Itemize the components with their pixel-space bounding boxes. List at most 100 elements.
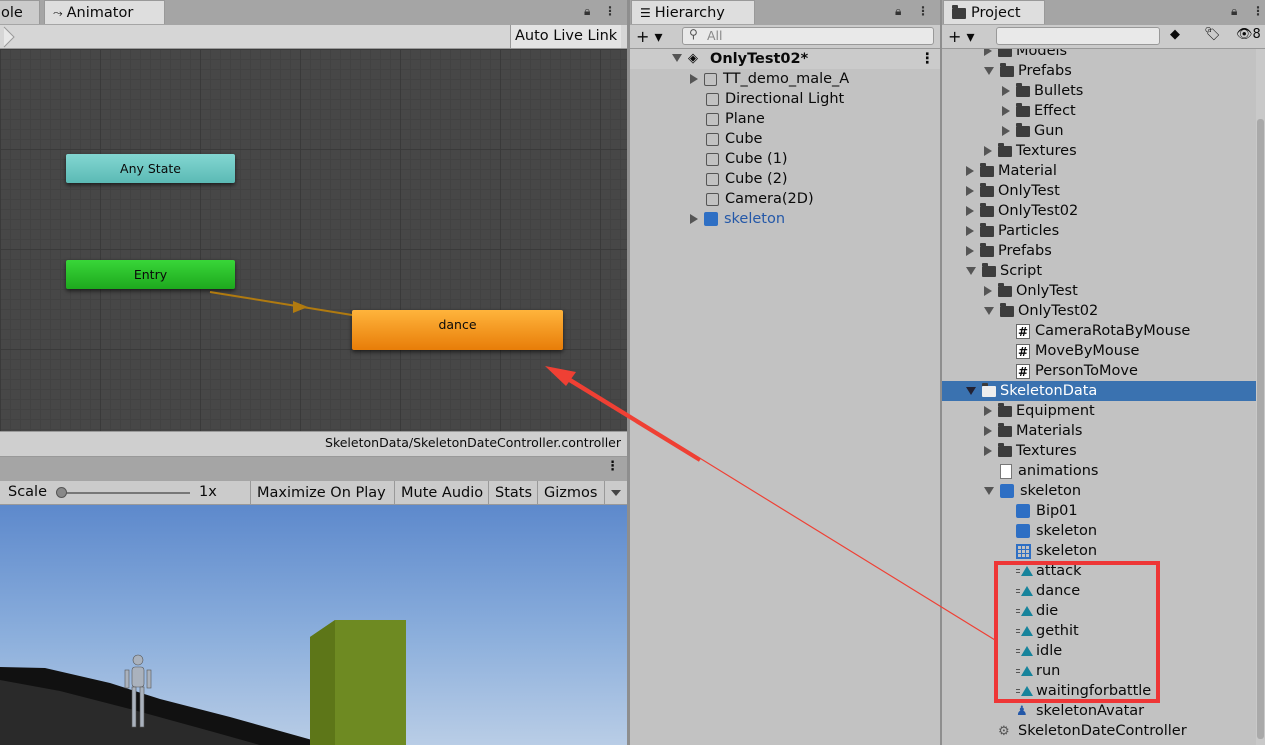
animator-graph[interactable]: Any State Entry dance xyxy=(0,49,627,431)
hierarchy-search-input[interactable]: ⚲ All xyxy=(682,27,934,45)
project-scrollbar-thumb[interactable] xyxy=(1257,119,1264,739)
scale-slider-track[interactable] xyxy=(60,492,190,494)
expand-icon[interactable] xyxy=(966,246,974,256)
project-item[interactable]: # CameraRotaByMouse xyxy=(1016,321,1190,341)
prefab-icon xyxy=(704,212,718,226)
project-item[interactable]: skeleton xyxy=(984,481,1081,501)
project-lock-icon[interactable]: 🔒︎ xyxy=(1231,4,1237,19)
tab-project[interactable]: Project xyxy=(943,0,1045,24)
project-item-label: animations xyxy=(1018,463,1099,479)
gizmos-button[interactable]: Gizmos xyxy=(537,481,603,505)
scene-row[interactable]: ◈ OnlyTest02* ⋮ xyxy=(630,49,940,69)
lock-icon[interactable]: 🔒︎ xyxy=(584,4,590,19)
project-item-selected[interactable]: SkeletonData xyxy=(942,381,1256,401)
project-item[interactable]: Script xyxy=(966,261,1042,281)
more-menu-icon[interactable]: ⋮ xyxy=(604,4,616,18)
expand-icon[interactable] xyxy=(984,406,992,416)
expand-icon[interactable] xyxy=(984,426,992,436)
project-more-icon[interactable]: ⋮ xyxy=(1252,4,1264,18)
hierarchy-item[interactable]: Plane xyxy=(706,109,765,129)
hidden-packages-icon[interactable]: 👁︎8 xyxy=(1236,27,1261,42)
expand-icon[interactable] xyxy=(966,186,974,196)
scene-menu-icon[interactable]: ⋮ xyxy=(920,49,935,69)
project-item[interactable]: ⚙ SkeletonDateController xyxy=(998,721,1187,741)
expand-icon[interactable] xyxy=(984,49,992,56)
project-item[interactable]: Prefabs xyxy=(984,61,1072,81)
project-item[interactable]: OnlyTest xyxy=(966,181,1060,201)
expand-icon[interactable] xyxy=(1002,106,1010,116)
tab-console[interactable]: ole xyxy=(0,0,40,24)
search-by-type-icon[interactable]: ◆ xyxy=(1170,27,1180,42)
hierarchy-item[interactable]: TT_demo_male_A xyxy=(690,69,849,89)
mute-audio-button[interactable]: Mute Audio xyxy=(394,481,489,505)
folder-icon xyxy=(998,442,1012,457)
project-item-label: SkeletonDateController xyxy=(1018,723,1187,739)
folder-icon xyxy=(998,402,1012,417)
project-item[interactable]: # PersonToMove xyxy=(1016,361,1138,381)
expand-icon[interactable] xyxy=(966,206,974,216)
project-item[interactable]: skeleton xyxy=(1016,541,1097,561)
controller-path: SkeletonData/SkeletonDateController.cont… xyxy=(325,435,621,450)
project-item[interactable]: Models xyxy=(984,49,1067,61)
hierarchy-item[interactable]: Cube (1) xyxy=(706,149,788,169)
project-scrollbar[interactable] xyxy=(1256,49,1265,745)
hierarchy-more-icon[interactable]: ⋮ xyxy=(917,4,929,18)
project-item[interactable]: OnlyTest02 xyxy=(984,301,1098,321)
tab-animator[interactable]: ⤳ Animator xyxy=(44,0,165,24)
scene-expand-icon[interactable] xyxy=(672,54,682,62)
expand-icon[interactable] xyxy=(966,166,974,176)
expand-icon[interactable] xyxy=(984,286,992,296)
game-view[interactable] xyxy=(0,505,627,745)
hierarchy-item[interactable]: Cube (2) xyxy=(706,169,788,189)
project-item[interactable]: animations xyxy=(1000,461,1098,481)
project-item[interactable]: Effect xyxy=(1002,101,1076,121)
search-by-label-icon[interactable]: 🏷︎ xyxy=(1204,27,1221,42)
maximize-on-play-button[interactable]: Maximize On Play xyxy=(250,481,392,505)
hierarchy-item[interactable]: Camera(2D) xyxy=(706,189,814,209)
stats-button[interactable]: Stats xyxy=(488,481,538,505)
hierarchy-item-prefab[interactable]: skeleton xyxy=(690,209,785,229)
collapse-icon[interactable] xyxy=(966,387,976,395)
expand-icon[interactable] xyxy=(966,226,974,236)
project-item[interactable]: Materials xyxy=(984,421,1082,441)
project-create-button[interactable]: + ▾ xyxy=(948,25,975,48)
gizmos-dropdown-icon[interactable] xyxy=(604,481,628,504)
project-item[interactable]: skeleton xyxy=(1016,521,1097,541)
collapse-icon[interactable] xyxy=(966,267,976,275)
project-item[interactable]: Particles xyxy=(966,221,1059,241)
project-item[interactable]: Material xyxy=(966,161,1057,181)
project-tree: Models Prefabs Bullets Effect Gun Textur… xyxy=(942,49,1256,745)
auto-live-link-button[interactable]: Auto Live Link xyxy=(510,25,622,48)
project-item[interactable]: Prefabs xyxy=(966,241,1052,261)
project-item[interactable]: ♟ skeletonAvatar xyxy=(1016,701,1144,721)
entry-transition-arrow[interactable] xyxy=(0,49,627,431)
collapse-icon[interactable] xyxy=(984,67,994,75)
project-search-input[interactable] xyxy=(996,27,1160,45)
breadcrumb-arrow-icon[interactable] xyxy=(0,25,20,48)
create-dropdown-button[interactable]: + ▾ xyxy=(636,25,663,48)
hierarchy-item[interactable]: Cube xyxy=(706,129,762,149)
expand-icon[interactable] xyxy=(690,74,698,84)
expand-icon[interactable] xyxy=(984,146,992,156)
hierarchy-lock-icon[interactable]: 🔒︎ xyxy=(895,4,901,19)
project-item[interactable]: OnlyTest xyxy=(984,281,1078,301)
tab-hierarchy[interactable]: ☰ Hierarchy xyxy=(631,0,755,24)
project-item[interactable]: OnlyTest02 xyxy=(966,201,1078,221)
project-item[interactable]: Textures xyxy=(984,441,1077,461)
hierarchy-item[interactable]: Directional Light xyxy=(706,89,844,109)
project-item[interactable]: Textures xyxy=(984,141,1077,161)
collapse-icon[interactable] xyxy=(984,307,994,315)
project-item[interactable]: Equipment xyxy=(984,401,1095,421)
expand-icon[interactable] xyxy=(1002,86,1010,96)
project-item[interactable]: Bullets xyxy=(1002,81,1083,101)
gameobject-icon xyxy=(706,192,719,206)
expand-icon[interactable] xyxy=(690,214,698,224)
expand-icon[interactable] xyxy=(1002,126,1010,136)
expand-icon[interactable] xyxy=(984,446,992,456)
project-item[interactable]: # MoveByMouse xyxy=(1016,341,1139,361)
collapse-icon[interactable] xyxy=(984,487,994,495)
project-item[interactable]: Bip01 xyxy=(1016,501,1078,521)
scale-slider-handle[interactable] xyxy=(56,487,67,498)
game-more-menu-icon[interactable]: ⋮ xyxy=(606,459,619,474)
project-item[interactable]: Gun xyxy=(1002,121,1064,141)
